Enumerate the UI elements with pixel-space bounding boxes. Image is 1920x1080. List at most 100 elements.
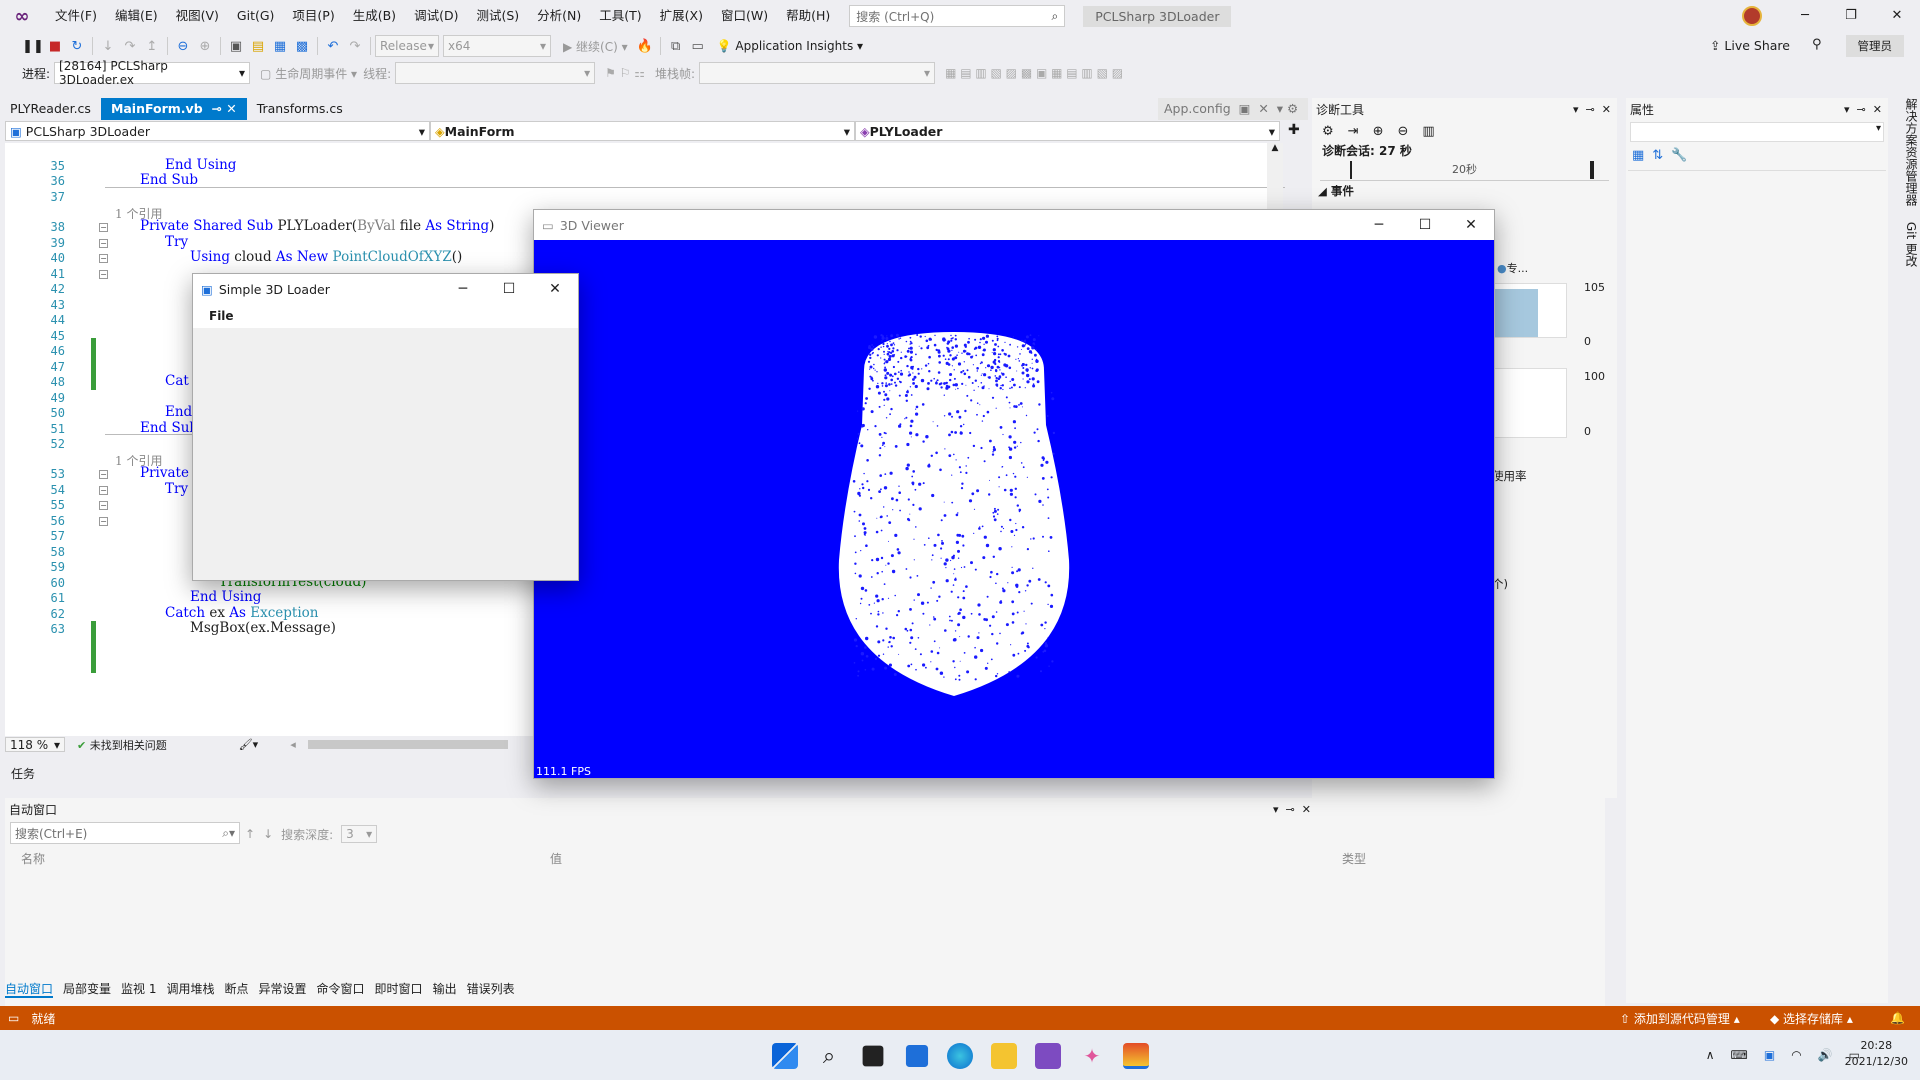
- platform-select[interactable]: x64 ▾: [443, 35, 551, 57]
- configuration-select[interactable]: Release ▾: [375, 35, 439, 57]
- stop-icon[interactable]: ■: [44, 35, 66, 57]
- windows-start-icon[interactable]: [772, 1043, 798, 1069]
- save-all-icon[interactable]: ▩: [291, 35, 313, 57]
- notifications-icon[interactable]: 🔔: [1890, 1011, 1905, 1025]
- close-button[interactable]: ✕: [1874, 0, 1920, 32]
- stack-frame-select[interactable]: ▾: [699, 62, 936, 84]
- maximize-button[interactable]: ☐: [486, 274, 532, 304]
- issues-indicator[interactable]: ✔ 未找到相关问题: [77, 737, 167, 753]
- fold-toggle[interactable]: −: [99, 223, 108, 232]
- select-repo-button[interactable]: ◆ 选择存储库 ▴: [1770, 1010, 1853, 1027]
- search-input[interactable]: 搜索 (Ctrl+Q) ⌕: [849, 5, 1066, 27]
- new-project-icon[interactable]: ▣: [225, 35, 247, 57]
- menu-item[interactable]: 测试(S): [467, 0, 528, 32]
- menu-item[interactable]: 帮助(H): [777, 0, 839, 32]
- menu-item[interactable]: Git(G): [228, 0, 284, 32]
- panel-controls[interactable]: ▾ ⊸ ✕: [1273, 803, 1311, 816]
- minimize-button[interactable]: ─: [1356, 210, 1402, 240]
- pin-icon[interactable]: ⊸: [211, 101, 221, 116]
- close-icon[interactable]: ✕: [226, 101, 236, 116]
- add-icon[interactable]: ✚: [1288, 122, 1300, 138]
- bottom-tab[interactable]: 命令窗口: [317, 980, 365, 998]
- menu-item[interactable]: 编辑(E): [106, 0, 167, 32]
- categorized-icon[interactable]: ▦: [1632, 148, 1644, 163]
- maximize-button[interactable]: ☐: [1402, 210, 1448, 240]
- bottom-tab[interactable]: 输出: [433, 980, 457, 998]
- bottom-tab[interactable]: 监视 1: [121, 980, 156, 998]
- bottom-tab[interactable]: 断点: [225, 980, 249, 998]
- edge-icon[interactable]: [947, 1043, 973, 1069]
- avatar[interactable]: [1742, 6, 1762, 26]
- zoom-in-icon[interactable]: ⊕: [1373, 124, 1384, 139]
- application-insights-button[interactable]: 💡 Application Insights ▾: [717, 39, 863, 53]
- close-button[interactable]: ✕: [1448, 210, 1494, 240]
- sort-icon[interactable]: ⇅: [1652, 148, 1663, 163]
- app-tray-icon[interactable]: ▣: [1764, 1048, 1775, 1062]
- bottom-tab[interactable]: 局部变量: [63, 980, 111, 998]
- codelens-reference[interactable]: 1 个引用: [115, 452, 162, 469]
- thread-select[interactable]: ▾: [395, 62, 596, 84]
- menu-item[interactable]: 分析(N): [528, 0, 590, 32]
- tab-plyreader[interactable]: PLYReader.cs: [0, 98, 101, 120]
- search-depth-select[interactable]: 3 ▾: [341, 825, 378, 843]
- app-icon[interactable]: ✦: [1079, 1043, 1105, 1069]
- chart-icon[interactable]: ▥: [1422, 124, 1434, 139]
- tab-transforms[interactable]: Transforms.cs: [247, 98, 353, 120]
- project-select[interactable]: ▣ PCLSharp 3DLoader ▾: [5, 121, 430, 141]
- feedback-icon[interactable]: ⚲: [1812, 37, 1822, 52]
- fold-toggle[interactable]: −: [99, 501, 108, 510]
- autos-search-input[interactable]: 搜索(Ctrl+E) ⌕▾: [10, 822, 240, 844]
- process-select[interactable]: [28164] PCLSharp 3DLoader.ex ▾: [54, 59, 251, 87]
- add-source-control-button[interactable]: ⇧ 添加到源代码管理 ▴: [1620, 1010, 1740, 1027]
- bottom-tab[interactable]: 错误列表: [467, 980, 515, 998]
- arrow-down-icon[interactable]: ↓: [263, 827, 273, 841]
- visual-studio-icon[interactable]: [1035, 1043, 1061, 1069]
- browser-link-icon[interactable]: ⧉: [665, 35, 687, 57]
- volume-icon[interactable]: 🔊: [1818, 1048, 1833, 1062]
- undo-icon[interactable]: ↶: [322, 35, 344, 57]
- redo-icon[interactable]: ↷: [344, 35, 366, 57]
- viewer-window[interactable]: ▭ 3D Viewer ─ ☐ ✕ 111.1 FPS: [533, 209, 1495, 779]
- zoom-select[interactable]: 118 % ▾: [5, 737, 65, 752]
- tab-appconfig[interactable]: App.config ▣ ✕ ▾ ⚙: [1158, 98, 1308, 120]
- wrench-icon[interactable]: 🔧: [1671, 148, 1687, 163]
- fold-toggle[interactable]: −: [99, 239, 108, 248]
- close-button[interactable]: ✕: [532, 274, 578, 304]
- zoom-out-icon[interactable]: ⊖: [1397, 124, 1408, 139]
- clock[interactable]: 20:28 2021/12/30: [1845, 1038, 1908, 1070]
- continue-button[interactable]: ▶ 继续(C) ▾: [563, 38, 628, 55]
- menu-item[interactable]: 视图(V): [167, 0, 228, 32]
- tab-mainform[interactable]: MainForm.vb ⊸ ✕: [100, 98, 247, 120]
- file-explorer-icon[interactable]: [991, 1043, 1017, 1069]
- bottom-tab[interactable]: 异常设置: [259, 980, 307, 998]
- panel-controls[interactable]: ▾ ⊸ ✕: [1844, 103, 1888, 116]
- restart-icon[interactable]: ↻: [66, 35, 88, 57]
- menu-item[interactable]: 窗口(W): [712, 0, 777, 32]
- export-icon[interactable]: ⇥: [1348, 124, 1359, 139]
- open-folder-icon[interactable]: ▤: [247, 35, 269, 57]
- fold-toggle[interactable]: −: [99, 486, 108, 495]
- layout-icon[interactable]: ▭: [687, 35, 709, 57]
- minimize-button[interactable]: ─: [1782, 0, 1828, 32]
- active-app-icon[interactable]: [1123, 1043, 1149, 1069]
- bottom-tab[interactable]: 自动窗口: [5, 980, 54, 998]
- panel-controls[interactable]: ▾ ⊸ ✕: [1573, 103, 1617, 116]
- member-select[interactable]: ◈PLYLoader ▾: [855, 121, 1280, 141]
- menu-item[interactable]: 项目(P): [283, 0, 343, 32]
- menu-item[interactable]: 生成(B): [344, 0, 405, 32]
- object-select[interactable]: ▾: [1630, 122, 1884, 142]
- maximize-button[interactable]: ❐: [1828, 0, 1874, 32]
- tab-git-changes[interactable]: Git 更改: [1904, 222, 1918, 267]
- wifi-icon[interactable]: ◠: [1791, 1048, 1801, 1062]
- ime-icon[interactable]: ⌨: [1731, 1048, 1748, 1062]
- fold-toggle[interactable]: −: [99, 470, 108, 479]
- menu-item[interactable]: 工具(T): [590, 0, 650, 32]
- bottom-tab[interactable]: 即时窗口: [375, 980, 423, 998]
- menu-item[interactable]: 扩展(X): [651, 0, 712, 32]
- menu-item[interactable]: 调试(D): [405, 0, 467, 32]
- step-into-icon[interactable]: ↓: [97, 35, 119, 57]
- loader-window[interactable]: ▣ Simple 3D Loader ─ ☐ ✕ File: [192, 273, 579, 581]
- fold-toggle[interactable]: −: [99, 270, 108, 279]
- class-select[interactable]: ◈MainForm ▾: [430, 121, 855, 141]
- menu-item[interactable]: 文件(F): [46, 0, 106, 32]
